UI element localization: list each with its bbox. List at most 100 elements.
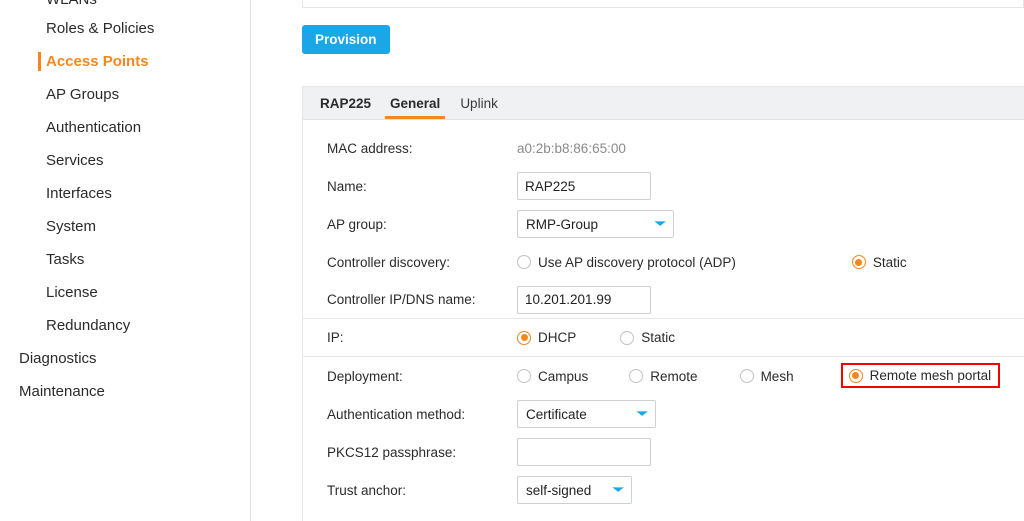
mac-address-field: a0:2b:b8:86:65:00	[517, 141, 626, 156]
radio-campus[interactable]: Campus	[517, 369, 588, 384]
form-row-name: Name:	[303, 167, 1024, 205]
tab-general[interactable]: General	[380, 87, 450, 119]
main-content-area: Provision RAP225 General Uplink MAC addres…	[251, 0, 1024, 521]
sidebar-item-label: Authentication	[46, 119, 142, 136]
sidebar-item-roles-policies[interactable]: Roles & Policies	[0, 12, 250, 45]
active-indicator-bar	[38, 52, 41, 71]
pkcs12-passphrase-field	[517, 438, 651, 466]
form-row-controller-discovery: Controller discovery: Use AP discovery p…	[303, 243, 1024, 281]
radio-label: Remote	[650, 368, 698, 384]
radio-unselected-icon[interactable]	[517, 369, 531, 383]
radio-label: Use AP discovery protocol (ADP)	[538, 254, 736, 270]
ip-radio-group: DHCP Static	[517, 330, 675, 345]
radio-dhcp[interactable]: DHCP	[517, 330, 576, 345]
controller-ip-field	[517, 285, 651, 314]
form-row-controller-ip: Controller IP/DNS name:	[303, 281, 1024, 319]
sidebar-item-interfaces[interactable]: Interfaces	[0, 177, 250, 210]
sidebar-item-system[interactable]: System	[0, 210, 250, 243]
pkcs12-passphrase-input[interactable]	[517, 438, 651, 466]
radio-label: Static	[641, 330, 676, 345]
sidebar-item-diagnostics[interactable]: Diagnostics	[0, 342, 250, 375]
radio-remote-mesh-portal[interactable]: Remote mesh portal	[840, 363, 1001, 388]
sidebar-item-maintenance[interactable]: Maintenance	[0, 375, 250, 408]
radio-label: Remote mesh portal	[869, 368, 992, 383]
name-input[interactable]	[517, 172, 651, 200]
tab-label: Uplink	[460, 95, 498, 111]
name-field	[517, 172, 651, 200]
radio-unselected-icon[interactable]	[629, 369, 644, 383]
sidebar-item-label: AP Groups	[46, 86, 120, 103]
sidebar-item-label: Access Points	[46, 53, 149, 70]
sidebar-item-ap-groups[interactable]: AP Groups	[0, 78, 250, 111]
trust-anchor-field: self-signed ⏷	[517, 476, 632, 504]
upper-panel-bottom-edge	[302, 0, 1024, 8]
ap-group-select[interactable]: RMP-Group ⏷	[517, 210, 674, 238]
sidebar-item-wlans[interactable]: WLANs	[0, 0, 250, 12]
ap-group-label: AP group:	[327, 216, 387, 232]
auth-method-selected-value: Certificate	[526, 406, 587, 422]
form-row-ap-group: AP group: RMP-Group ⏷	[303, 205, 1024, 243]
mac-address-label: MAC address:	[327, 140, 413, 156]
sidebar-item-label: Roles & Policies	[46, 20, 155, 37]
auth-method-select[interactable]: Certificate ⏷	[517, 400, 656, 428]
radio-static[interactable]: Static	[851, 254, 907, 270]
sidebar-item-services[interactable]: Services	[0, 144, 250, 177]
radio-unselected-icon[interactable]	[620, 330, 635, 345]
sidebar-item-label: WLANs	[46, 0, 250, 12]
form-row-deployment: Deployment: Campus Remote Mesh Remote mesh …	[303, 357, 1024, 395]
auth-method-field: Certificate ⏷	[517, 400, 656, 428]
ap-group-field: RMP-Group ⏷	[517, 210, 674, 238]
radio-unselected-icon[interactable]	[517, 255, 531, 269]
radio-label: Campus	[538, 368, 589, 384]
tab-label: RAP225	[320, 95, 372, 111]
chevron-down-icon: ⏷	[613, 483, 625, 496]
radio-selected-icon[interactable]	[848, 368, 863, 383]
radio-label: Static	[872, 254, 907, 270]
sidebar-item-label: License	[46, 284, 98, 301]
sidebar-item-access-points[interactable]: Access Points	[0, 45, 250, 78]
sidebar-item-label: Diagnostics	[19, 350, 97, 367]
sidebar-item-label: Tasks	[46, 251, 85, 268]
sidebar-item-license[interactable]: License	[0, 276, 250, 309]
provision-button[interactable]: Provision	[302, 25, 390, 54]
ap-general-form: MAC address: a0:2b:b8:86:65:00 Name: AP …	[303, 120, 1024, 509]
controller-discovery-label: Controller discovery:	[327, 254, 451, 270]
sidebar-item-label: Services	[46, 152, 104, 169]
sidebar-item-label: Maintenance	[19, 383, 105, 400]
radio-selected-icon[interactable]	[517, 330, 531, 345]
sidebar-item-label: Interfaces	[46, 185, 112, 202]
mac-address-value: a0:2b:b8:86:65:00	[517, 140, 626, 156]
deployment-label: Deployment:	[327, 368, 403, 384]
chevron-down-icon: ⏷	[655, 217, 667, 230]
form-row-ip: IP: DHCP Static	[303, 319, 1024, 357]
controller-discovery-radio-group: Use AP discovery protocol (ADP) Static	[517, 255, 907, 270]
deployment-radio-group: Campus Remote Mesh Remote mesh portal	[517, 363, 1001, 388]
sidebar-item-authentication[interactable]: Authentication	[0, 111, 250, 144]
tab-label: General	[390, 95, 441, 111]
auth-method-label: Authentication method:	[327, 406, 466, 422]
trust-anchor-label: Trust anchor:	[327, 482, 407, 498]
ip-label: IP:	[327, 330, 344, 345]
sidebar-item-tasks[interactable]: Tasks	[0, 243, 250, 276]
form-row-pkcs12-passphrase: PKCS12 passphrase:	[303, 433, 1024, 471]
controller-ip-input[interactable]	[517, 285, 651, 314]
trust-anchor-select[interactable]: self-signed ⏷	[517, 476, 632, 504]
radio-unselected-icon[interactable]	[739, 369, 754, 383]
sidebar-item-list: WLANs Roles & Policies Access Points AP Gro…	[0, 0, 250, 408]
radio-mesh[interactable]: Mesh	[739, 369, 794, 384]
ap-details-card: RAP225 General Uplink MAC address: a0:2b:b…	[302, 86, 1024, 521]
radio-remote[interactable]: Remote	[629, 368, 698, 384]
name-label: Name:	[327, 178, 367, 194]
form-row-trust-anchor: Trust anchor: self-signed ⏷	[303, 471, 1024, 509]
radio-static[interactable]: Static	[620, 330, 675, 345]
form-row-mac-address: MAC address: a0:2b:b8:86:65:00	[303, 129, 1024, 167]
radio-selected-icon[interactable]	[851, 255, 866, 269]
sidebar-navigation: WLANs Roles & Policies Access Points AP Gro…	[0, 0, 251, 521]
tab-uplink[interactable]: Uplink	[450, 87, 508, 119]
tab-bar: RAP225 General Uplink	[303, 87, 1024, 120]
radio-use-ap-discovery-protocol-adp[interactable]: Use AP discovery protocol (ADP)	[517, 255, 736, 270]
sidebar-item-redundancy[interactable]: Redundancy	[0, 309, 250, 342]
chevron-down-icon: ⏷	[637, 407, 649, 420]
application-window: WLANs Roles & Policies Access Points AP Gro…	[0, 0, 1024, 521]
sidebar-item-label: System	[46, 218, 97, 235]
